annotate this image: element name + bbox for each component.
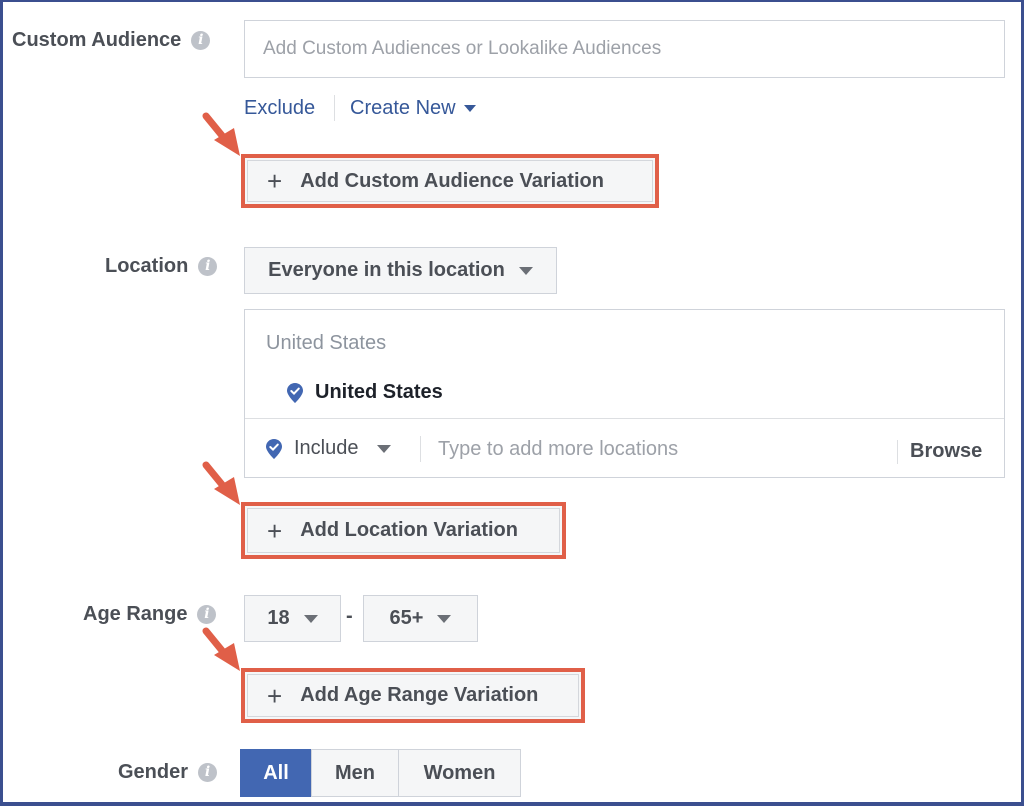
custom-audience-input[interactable] bbox=[244, 20, 1005, 78]
link-divider bbox=[334, 95, 335, 121]
browse-button[interactable]: Browse bbox=[910, 440, 982, 463]
gender-option-men[interactable]: Men bbox=[311, 749, 399, 797]
location-mode-select-label: Everyone in this location bbox=[268, 259, 505, 281]
info-icon[interactable]: i bbox=[191, 31, 211, 50]
chevron-down-icon bbox=[518, 266, 533, 275]
location-selected-label: United States bbox=[315, 381, 443, 403]
add-custom-audience-variation-button[interactable]: + Add Custom Audience Variation bbox=[241, 154, 659, 208]
info-icon[interactable]: i bbox=[197, 605, 217, 624]
age-min-select[interactable]: 18 bbox=[244, 595, 341, 642]
location-mode-select[interactable]: Everyone in this location bbox=[244, 247, 557, 294]
add-age-range-variation-button[interactable]: + Add Age Range Variation bbox=[241, 668, 585, 723]
red-arrow-icon bbox=[202, 461, 240, 505]
custom-audience-label-text: Custom Audience bbox=[12, 29, 182, 51]
location-label: Location i bbox=[105, 255, 218, 278]
info-icon[interactable]: i bbox=[198, 257, 218, 276]
custom-audience-label: Custom Audience i bbox=[12, 29, 211, 52]
location-box-divider bbox=[245, 418, 1004, 419]
age-range-separator: - bbox=[346, 605, 353, 627]
age-range-label-text: Age Range bbox=[83, 603, 188, 625]
add-age-range-variation-label: Add Age Range Variation bbox=[300, 684, 539, 706]
include-select-label: Include bbox=[294, 437, 359, 459]
include-select[interactable]: Include bbox=[266, 437, 391, 460]
location-label-text: Location bbox=[105, 255, 189, 277]
create-new-link[interactable]: Create New bbox=[350, 97, 476, 120]
chevron-down-icon bbox=[376, 444, 391, 453]
age-max-value: 65+ bbox=[389, 607, 424, 629]
gender-option-women[interactable]: Women bbox=[398, 749, 521, 797]
browse-divider bbox=[897, 440, 898, 464]
create-new-link-text: Create New bbox=[350, 97, 456, 119]
age-max-select[interactable]: 65+ bbox=[363, 595, 478, 642]
add-location-variation-label: Add Location Variation bbox=[300, 519, 518, 541]
chevron-down-icon bbox=[437, 614, 452, 623]
location-group-header: United States bbox=[266, 332, 387, 354]
gender-label-text: Gender bbox=[118, 761, 189, 783]
red-arrow-icon bbox=[202, 112, 240, 156]
location-pin-icon bbox=[266, 438, 282, 459]
gender-option-all[interactable]: All bbox=[240, 749, 312, 797]
include-divider bbox=[420, 436, 421, 462]
info-icon[interactable]: i bbox=[198, 763, 218, 782]
age-min-value: 18 bbox=[267, 607, 290, 629]
exclude-link-text: Exclude bbox=[244, 97, 316, 119]
chevron-down-icon bbox=[463, 105, 476, 112]
location-pin-icon bbox=[287, 382, 303, 403]
red-arrow-icon bbox=[202, 627, 240, 671]
age-range-label: Age Range i bbox=[83, 603, 217, 626]
plus-icon: + bbox=[267, 166, 283, 196]
plus-icon: + bbox=[267, 680, 283, 711]
chevron-down-icon bbox=[303, 614, 318, 623]
add-custom-audience-variation-label: Add Custom Audience Variation bbox=[300, 169, 604, 192]
plus-icon: + bbox=[267, 515, 283, 546]
add-location-variation-button[interactable]: + Add Location Variation bbox=[241, 502, 566, 559]
exclude-link[interactable]: Exclude bbox=[244, 97, 315, 120]
location-selected-item: United States bbox=[287, 381, 443, 404]
location-search-input[interactable]: Type to add more locations bbox=[438, 438, 678, 461]
gender-label: Gender i bbox=[118, 761, 218, 784]
